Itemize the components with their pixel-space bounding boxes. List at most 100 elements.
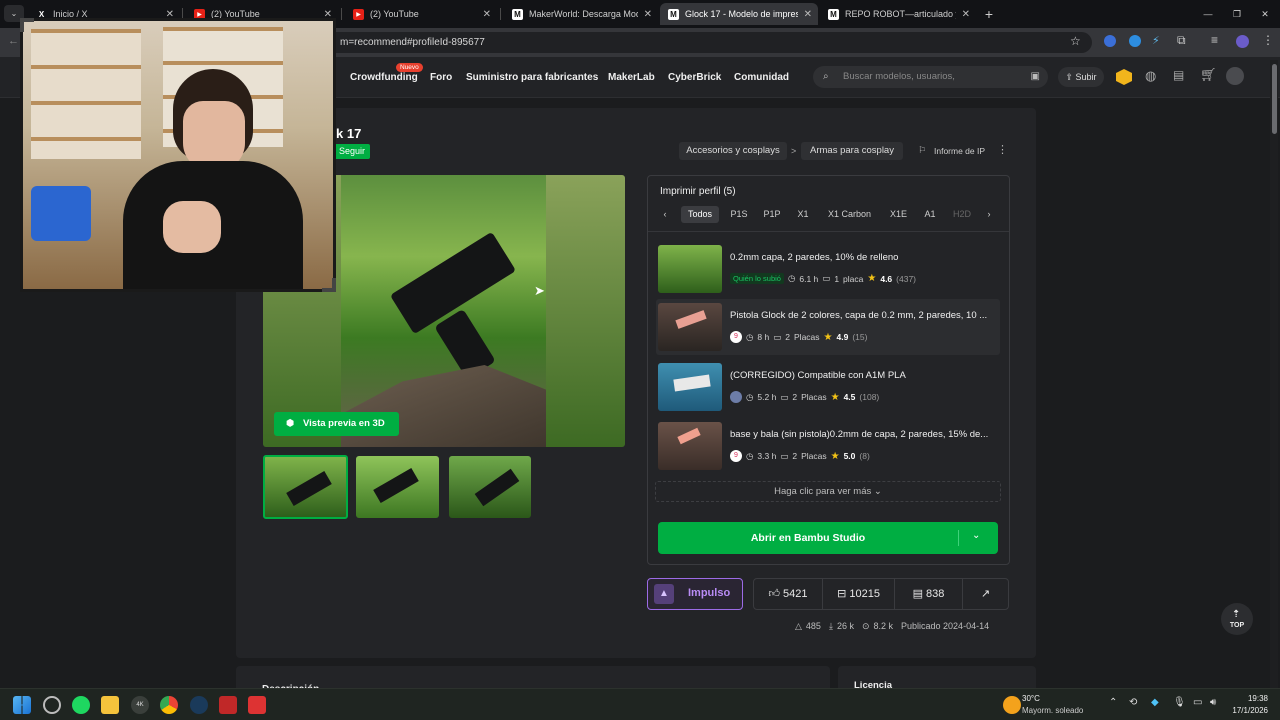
- tab-youtube-2[interactable]: ▶ (2) YouTube ✕: [345, 3, 497, 25]
- collect-button[interactable]: ⊟ 10215: [822, 578, 895, 610]
- clock-icon: ◷: [746, 391, 754, 402]
- new-badge: Nuevo: [396, 63, 423, 72]
- filter-p1s[interactable]: P1S: [726, 206, 752, 223]
- start-icon[interactable]: [13, 696, 31, 714]
- tab-makerworld[interactable]: MMakerWorld: Descarga Modelo✕: [504, 3, 658, 25]
- nav-suministro[interactable]: Suministro para fabricantes: [466, 72, 598, 83]
- nav-crowdfunding[interactable]: Crowdfunding: [350, 72, 418, 83]
- printer-filter-bar: ‹ Todos P1S P1P X1 X1 Carbon X1E A1 H2D …: [656, 202, 1000, 227]
- chevron-down-icon[interactable]: ⌄: [972, 530, 980, 541]
- points-icon[interactable]: [1116, 69, 1132, 85]
- print-profile-row[interactable]: (CORREGIDO) Compatible con A1M PLA ◷ 5.2 …: [656, 359, 1000, 415]
- filter-todos[interactable]: Todos: [681, 206, 719, 223]
- nav-comunidad[interactable]: Comunidad: [734, 72, 789, 83]
- print-profile-row[interactable]: 0.2mm capa, 2 paredes, 10% de relleno Qu…: [656, 241, 1000, 297]
- upload-button[interactable]: ⇪ Subir: [1058, 67, 1104, 87]
- filter-x1-carbon[interactable]: X1 Carbon: [822, 206, 877, 223]
- search-icon: ⌕: [823, 71, 829, 82]
- speaker-icon[interactable]: 🔊︎: [1210, 697, 1216, 708]
- preview-3d-button[interactable]: ⬢ Vista previa en 3D: [274, 412, 399, 436]
- thumbnail-1[interactable]: [263, 455, 348, 519]
- uploader-badge: Quién lo subió: [730, 273, 784, 284]
- nav-cyberbrick[interactable]: CyberBrick: [668, 72, 721, 83]
- chrome-icon[interactable]: [160, 696, 178, 714]
- back-icon[interactable]: ←: [8, 35, 19, 47]
- close-icon[interactable]: ✕: [804, 9, 812, 20]
- minimize-button[interactable]: —: [1192, 3, 1222, 25]
- image-search-icon[interactable]: ▣: [1031, 66, 1040, 88]
- app-icon[interactable]: [248, 696, 266, 714]
- like-button[interactable]: 👍︎ 5421: [753, 578, 823, 610]
- chevron-right-icon[interactable]: ›: [982, 206, 996, 223]
- breadcrumb-accesorios[interactable]: Accesorios y cosplays: [679, 142, 787, 160]
- microphone-icon[interactable]: 🎙︎: [1173, 697, 1186, 708]
- model-stats: △ 485 ⤓ 26 k ⊙ 8.2 k Publicado 2024-04-14: [795, 621, 990, 631]
- user-avatar[interactable]: [1226, 67, 1244, 85]
- extension-icon[interactable]: [1129, 35, 1141, 47]
- divider: [648, 231, 1009, 232]
- profile-thumbnail: [658, 422, 722, 470]
- back-to-top-button[interactable]: ⇡ TOP: [1221, 603, 1253, 635]
- close-icon[interactable]: ✕: [483, 9, 491, 20]
- print-profile-row[interactable]: base y bala (sin pistola)0.2mm de capa, …: [656, 418, 1000, 474]
- globe-icon[interactable]: ◍: [1145, 68, 1156, 84]
- share-icon: ↗: [980, 588, 991, 600]
- show-more-button[interactable]: Haga clic para ver más ⌄: [655, 481, 1001, 502]
- follow-button[interactable]: Seguir: [334, 144, 371, 159]
- share-button[interactable]: ↗: [962, 578, 1009, 610]
- profile-avatar[interactable]: [1236, 35, 1249, 48]
- app-4k-icon[interactable]: 4K: [131, 696, 149, 714]
- thumbnail-2[interactable]: [356, 456, 439, 518]
- breadcrumb-armas[interactable]: Armas para cosplay: [801, 142, 903, 160]
- nav-foro[interactable]: Foro: [430, 72, 452, 83]
- chevron-up-icon[interactable]: ⌃: [1109, 697, 1117, 708]
- more-options-icon[interactable]: ⋮: [997, 143, 1008, 156]
- close-window-button[interactable]: ✕: [1250, 3, 1278, 25]
- filter-p1p[interactable]: P1P: [759, 206, 785, 223]
- ip-report-icon: ⚐: [918, 145, 927, 155]
- ip-report-link[interactable]: Informe de IP: [934, 146, 985, 156]
- menu-dots-icon[interactable]: ⋮: [1262, 33, 1274, 47]
- puzzle-icon[interactable]: ⧉: [1177, 33, 1186, 48]
- monitor-icon[interactable]: ▭: [1193, 697, 1202, 708]
- search-input[interactable]: ⌕ Buscar modelos, usuarios, ▣: [813, 66, 1048, 88]
- filter-h2d[interactable]: H2D: [950, 206, 974, 223]
- reading-list-icon[interactable]: ≡: [1211, 33, 1218, 47]
- filter-x1e[interactable]: X1E: [886, 206, 911, 223]
- rocket-icon: ▲: [654, 584, 674, 604]
- close-icon[interactable]: ✕: [962, 9, 970, 20]
- close-icon[interactable]: ✕: [644, 9, 652, 20]
- app-icon[interactable]: [219, 696, 237, 714]
- file-explorer-icon[interactable]: [101, 696, 119, 714]
- model-title: k 17: [336, 126, 362, 141]
- scrollbar-thumb[interactable]: [1272, 64, 1277, 134]
- spotify-icon[interactable]: [72, 696, 90, 714]
- comments-button[interactable]: ▤ 838: [894, 578, 963, 610]
- filter-x1[interactable]: X1: [793, 206, 813, 223]
- thumbnail-3[interactable]: [449, 456, 531, 518]
- extension-icon[interactable]: ⚡: [1152, 34, 1160, 47]
- tab-glock-17[interactable]: M Glock 17 - Modelo de impresió ✕: [660, 3, 818, 25]
- bookmark-star-icon[interactable]: ☆: [1070, 34, 1081, 48]
- new-tab-button[interactable]: +: [980, 3, 998, 25]
- nav-makerlab[interactable]: MakerLab: [608, 72, 655, 83]
- restore-button[interactable]: ❐: [1222, 3, 1250, 25]
- weather-icon[interactable]: [1003, 696, 1021, 714]
- tray-icon[interactable]: ◆: [1151, 697, 1159, 708]
- tab-repo-robot[interactable]: MREPO ROBOT—articulado y de✕: [820, 3, 976, 25]
- cart-icon[interactable]: 🛒︎: [1200, 67, 1217, 83]
- print-profile-row[interactable]: Pistola Glock de 2 colores, capa de 0.2 …: [656, 299, 1000, 355]
- upload-icon: ⇪: [1065, 72, 1076, 82]
- profile-thumbnail: [658, 303, 722, 351]
- chevron-left-icon[interactable]: ‹: [658, 206, 672, 223]
- open-bambu-studio-button[interactable]: Abrir en Bambu Studio ⌄: [658, 522, 998, 554]
- filter-a1[interactable]: A1: [920, 206, 940, 223]
- tray-icon[interactable]: ⟲: [1129, 697, 1137, 708]
- star-icon: ★: [830, 450, 840, 462]
- steam-icon[interactable]: [190, 696, 208, 714]
- app-icon[interactable]: [43, 696, 61, 714]
- messages-icon[interactable]: ▤: [1173, 68, 1184, 82]
- boost-button[interactable]: ▲ Impulso: [647, 578, 743, 610]
- scrollbar[interactable]: [1270, 60, 1278, 688]
- extension-icon[interactable]: [1104, 35, 1116, 47]
